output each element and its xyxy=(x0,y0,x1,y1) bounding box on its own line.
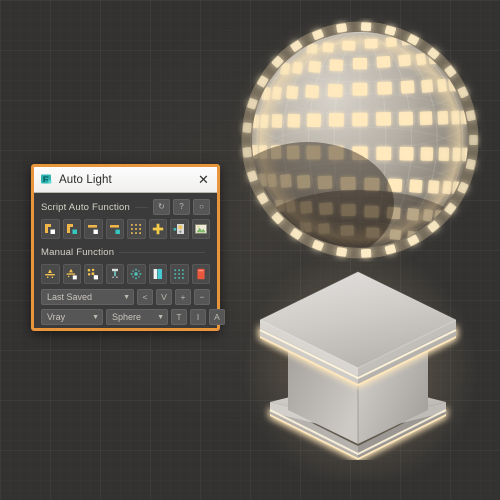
manual-function-toolbar xyxy=(41,264,210,284)
dialog-title: Auto Light xyxy=(59,173,112,186)
dialog-titlebar[interactable]: Auto Light ✕ xyxy=(34,167,217,193)
red-panel-icon[interactable] xyxy=(191,264,210,284)
section-divider xyxy=(135,206,148,208)
bar-light-teal-icon[interactable] xyxy=(105,219,124,239)
gear-icon[interactable]: ○ xyxy=(193,199,210,215)
preset-row: Last Saved ▼ < V + − xyxy=(41,289,210,305)
manual-function-header: Manual Function xyxy=(41,244,210,260)
corner-light-white-icon[interactable] xyxy=(41,219,60,239)
renderer-dropdown[interactable]: Vray ▼ xyxy=(41,309,103,325)
mode-a-button[interactable]: A xyxy=(209,309,225,325)
panel-light-icon[interactable] xyxy=(148,264,167,284)
section-label-script: Script Auto Function xyxy=(41,201,131,213)
point-light-icon[interactable] xyxy=(41,264,60,284)
mode-t-button[interactable]: T xyxy=(171,309,187,325)
bar-light-white-icon[interactable] xyxy=(84,219,103,239)
close-icon[interactable]: ✕ xyxy=(195,171,212,188)
screen: Auto Light ✕ Script Auto Function ↻ ? ○ xyxy=(0,0,500,500)
dialog-body: Script Auto Function ↻ ? ○ Manual Functi… xyxy=(34,193,225,328)
script-auto-function-header: Script Auto Function ↻ ? ○ xyxy=(41,199,210,215)
light-tube-icon[interactable] xyxy=(105,264,124,284)
auto-light-icon xyxy=(41,174,52,184)
add-plus-icon[interactable] xyxy=(148,219,167,239)
chevron-down-icon: ▼ xyxy=(157,313,164,321)
teal-dot-grid-icon[interactable] xyxy=(170,264,189,284)
multi-light-icon[interactable] xyxy=(84,264,103,284)
script-section-buttons: ↻ ? ○ xyxy=(153,199,210,215)
chevron-down-icon: ▼ xyxy=(92,313,99,321)
preset-prev-button[interactable]: < xyxy=(137,289,153,305)
auto-light-dialog[interactable]: Auto Light ✕ Script Auto Function ↻ ? ○ xyxy=(31,164,225,331)
dotted-cross-icon[interactable] xyxy=(127,264,146,284)
section-divider xyxy=(119,251,205,253)
dot-grid-icon[interactable] xyxy=(127,219,146,239)
shape-dropdown[interactable]: Sphere ▼ xyxy=(106,309,168,325)
preset-dropdown-value: Last Saved xyxy=(47,292,93,302)
section-label-manual: Manual Function xyxy=(41,246,115,258)
preset-down-button[interactable]: V xyxy=(156,289,172,305)
script-auto-function-toolbar xyxy=(41,219,210,239)
refresh-icon[interactable]: ↻ xyxy=(153,199,170,215)
lit-pedestal xyxy=(259,271,457,460)
point-light-white-icon[interactable] xyxy=(62,264,81,284)
light-card-icon[interactable] xyxy=(170,219,189,239)
preset-add-button[interactable]: + xyxy=(175,289,191,305)
mode-i-button[interactable]: I xyxy=(190,309,206,325)
preset-dropdown[interactable]: Last Saved ▼ xyxy=(41,289,134,305)
renderer-row: Vray ▼ Sphere ▼ T I A xyxy=(41,309,225,325)
faceted-light-sphere xyxy=(241,21,479,259)
preset-remove-button[interactable]: − xyxy=(194,289,210,305)
image-preview-icon[interactable] xyxy=(191,219,210,239)
shape-dropdown-value: Sphere xyxy=(112,312,142,322)
chevron-down-icon: ▼ xyxy=(123,293,130,301)
renderer-dropdown-value: Vray xyxy=(47,312,66,322)
corner-light-teal-icon[interactable] xyxy=(62,219,81,239)
help-icon[interactable]: ? xyxy=(173,199,190,215)
